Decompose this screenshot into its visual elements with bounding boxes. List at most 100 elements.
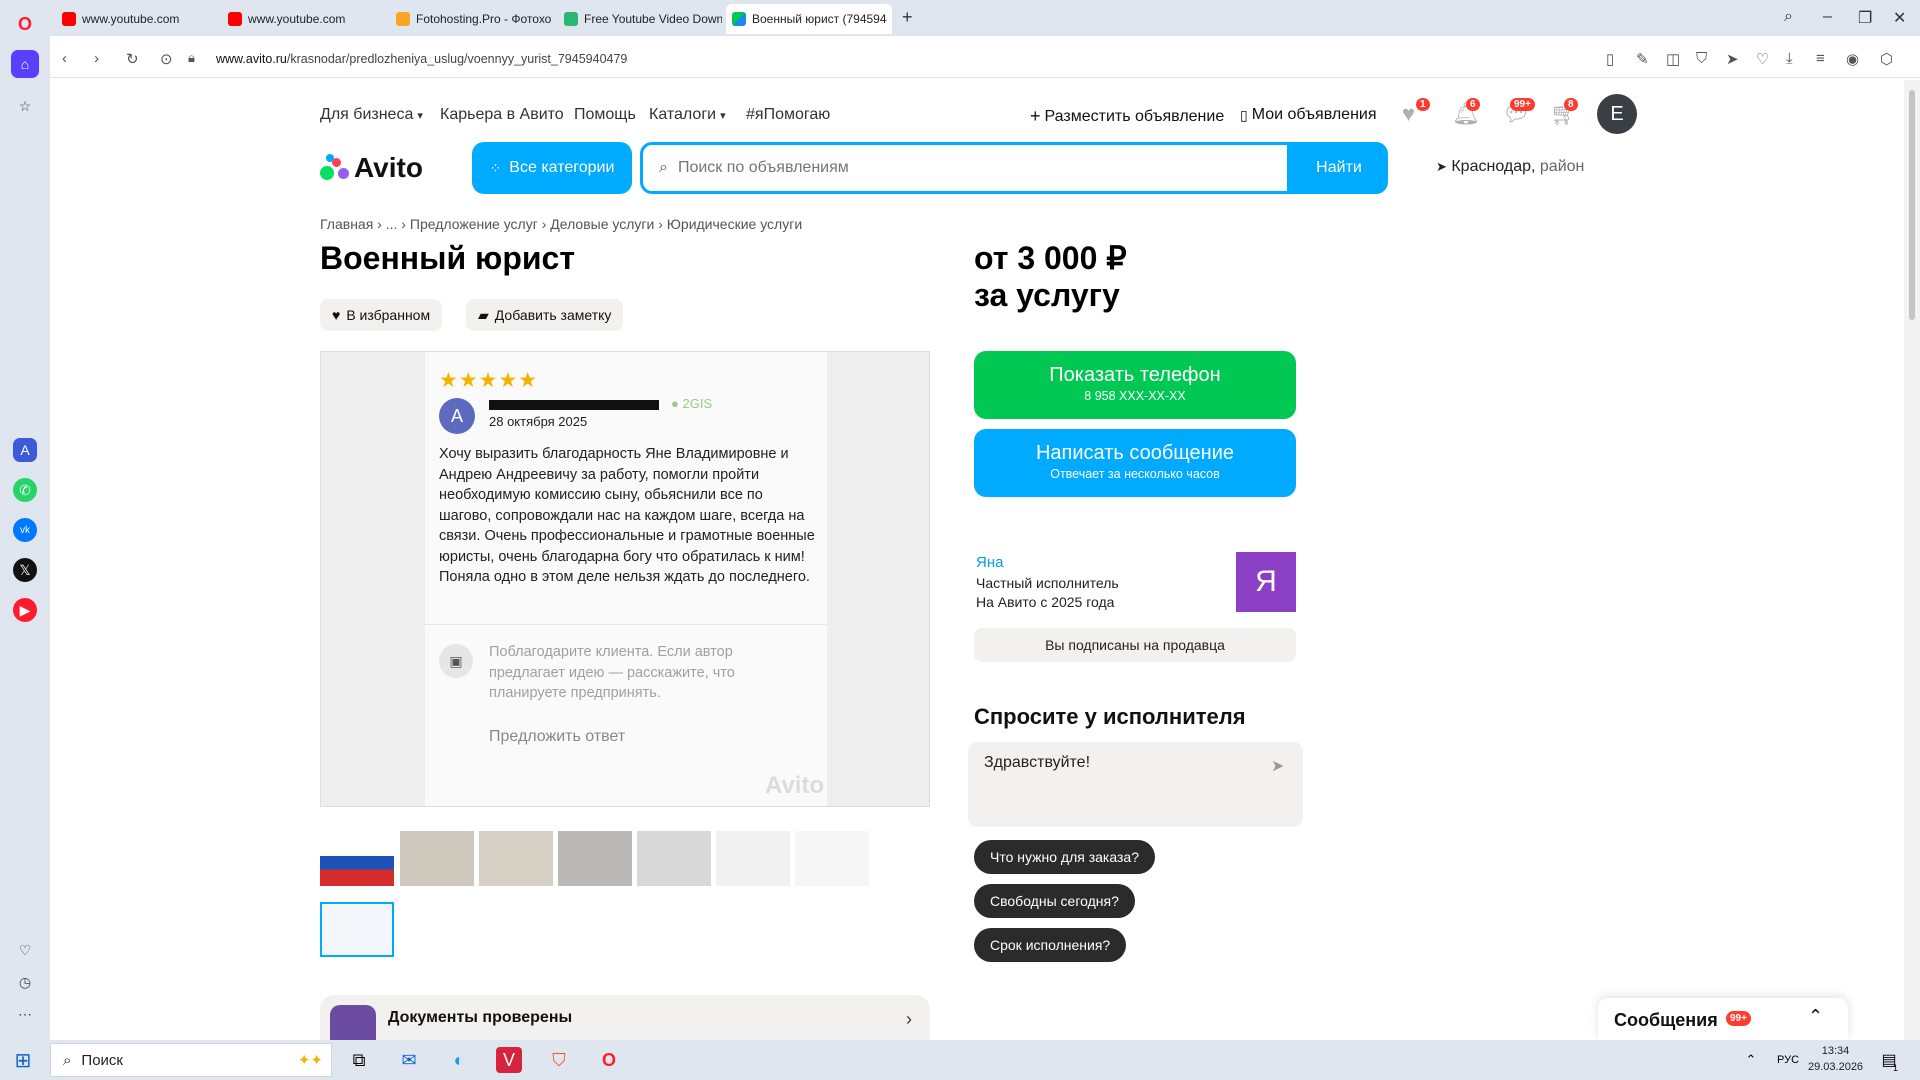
location-pin-icon[interactable]: ⊙ (160, 50, 173, 68)
task-view-icon[interactable]: ⧉ (344, 1045, 374, 1075)
send-icon[interactable]: ➤ (1726, 50, 1739, 68)
browser-tab[interactable]: www.youtube.com (222, 6, 382, 32)
seller-avatar[interactable]: Я (1236, 552, 1296, 612)
price-value: от 3 000 ₽ (974, 240, 1127, 276)
edit-icon[interactable]: ✎ (1636, 50, 1649, 68)
reader-icon[interactable]: ▯ (1606, 50, 1614, 68)
find-button[interactable]: Найти (1290, 142, 1388, 194)
tab-label: www.youtube.com (82, 12, 180, 26)
browser-tab[interactable]: Free Youtube Video Down (558, 6, 722, 32)
brave-icon[interactable]: ⛉ (544, 1045, 574, 1075)
my-ads-link[interactable]: ▯ Мои объявления (1240, 106, 1381, 124)
menu-icon[interactable]: ≡ (1816, 50, 1825, 67)
messages-panel[interactable]: Сообщения 99+ ⌃ (1598, 998, 1848, 1040)
taskbar-search[interactable]: ⌕ Поиск ✦✦ (50, 1043, 332, 1077)
documents-verified-banner[interactable]: Документы проверены › (320, 995, 930, 1051)
browser-tab[interactable]: www.youtube.com (56, 6, 216, 32)
more-icon[interactable]: ⋯ (11, 1000, 39, 1028)
photo-thumbnail-selected[interactable] (320, 902, 394, 957)
nav-for-business[interactable]: Для бизнеса ▾ (320, 106, 427, 124)
history-icon[interactable]: ◷ (11, 968, 39, 996)
browser-tab-active[interactable]: Военный юрист (794594 (726, 4, 892, 34)
photo-thumbnail[interactable] (479, 831, 553, 886)
windows-start-icon[interactable]: ⊞ (8, 1045, 38, 1075)
breadcrumb-item[interactable]: ... (386, 216, 398, 232)
vivaldi-icon[interactable]: V (496, 1047, 522, 1073)
main-photo[interactable]: ★★★★★ А ● 2GIS 28 октября 2025 Хочу выра… (320, 351, 930, 807)
chevron-up-icon[interactable]: ⌃ (1808, 1006, 1823, 1027)
aria-icon[interactable]: A (13, 438, 37, 462)
photo-thumbnail[interactable] (320, 831, 394, 886)
nav-catalogs[interactable]: Каталоги ▾ (649, 106, 730, 124)
player-icon[interactable]: ▶ (13, 598, 37, 622)
camera-icon[interactable]: ◫ (1666, 50, 1680, 68)
breadcrumb-item[interactable]: Деловые услуги (550, 216, 654, 232)
url-field[interactable]: www.avito.ru/krasnodar/predlozheniya_usl… (216, 52, 627, 66)
favorite-button[interactable]: ♥ В избранном (320, 299, 443, 331)
breadcrumb-item[interactable]: Предложение услуг (410, 216, 538, 232)
minimize-icon[interactable]: – (1823, 8, 1832, 26)
photo-thumbnail[interactable] (558, 831, 632, 886)
message-box: Здравствуйте! ➤ (968, 742, 1303, 827)
clock[interactable]: 13:34 29.03.2026 (1808, 1043, 1863, 1075)
close-icon[interactable]: ✕ (1893, 8, 1906, 28)
quick-question-chip[interactable]: Свободны сегодня? (974, 884, 1135, 918)
new-tab-icon[interactable]: + (902, 7, 913, 28)
lock-icon[interactable]: 🔒︎ (188, 50, 195, 66)
heart-icon[interactable]: ♡ (11, 936, 39, 964)
profile-icon[interactable]: ◉ (1846, 50, 1859, 68)
all-categories-label: Все категории (509, 159, 615, 176)
avito-logo[interactable]: Avito (320, 152, 423, 184)
vk-icon[interactable]: vk (13, 518, 37, 542)
edge-icon[interactable]: ◐ (444, 1045, 474, 1075)
subscribed-button[interactable]: Вы подписаны на продавца (974, 628, 1296, 662)
location-sub: район (1539, 158, 1585, 175)
photo-thumbnail[interactable] (637, 831, 711, 886)
breadcrumb-item[interactable]: Главная (320, 216, 373, 232)
quick-question-chip[interactable]: Что нужно для заказа? (974, 840, 1155, 874)
opera-logo-icon[interactable]: O (11, 10, 39, 38)
quick-question-chip[interactable]: Срок исполнения? (974, 928, 1127, 962)
forward-icon[interactable]: › (94, 50, 99, 67)
outlook-icon[interactable]: ✉ (394, 1045, 424, 1075)
download-icon[interactable]: ⤓ (1786, 50, 1793, 67)
location-selector[interactable]: ➤ Краснодар, район (1436, 158, 1584, 176)
maximize-icon[interactable]: ❐ (1858, 8, 1872, 28)
nav-career[interactable]: Карьера в Авито (440, 106, 568, 124)
star-icon[interactable]: ☆ (11, 92, 39, 120)
write-message-button[interactable]: Написать сообщение Отвечает за несколько… (974, 429, 1296, 497)
search-input[interactable] (677, 159, 1238, 177)
extension-icon[interactable]: ⬡ (1880, 50, 1893, 68)
seller-name[interactable]: Яна (976, 554, 1003, 571)
nav-help[interactable]: Помощь (574, 106, 640, 124)
all-categories-button[interactable]: ⁘ Все категории (472, 142, 632, 194)
reload-icon[interactable]: ↻ (126, 50, 139, 68)
opera-taskbar-icon[interactable]: O (594, 1045, 624, 1075)
user-avatar[interactable]: E (1597, 94, 1637, 134)
nav-ya-pomogayu[interactable]: #яПомогаю (746, 106, 834, 124)
shield-icon[interactable]: ⛉ (1696, 50, 1707, 67)
photo-thumbnail[interactable] (716, 831, 790, 886)
home-icon[interactable]: ⌂ (11, 50, 39, 78)
search-tabs-icon[interactable]: ⌕ (1784, 8, 1793, 26)
send-icon[interactable]: ➤ (1271, 756, 1284, 776)
x-icon[interactable]: 𝕏 (13, 558, 37, 582)
add-note-button[interactable]: ▰ Добавить заметку (466, 299, 624, 331)
show-phone-button[interactable]: Показать телефон 8 958 XXX-XX-XX (974, 351, 1296, 419)
breadcrumb-item[interactable]: Юридические услуги (667, 216, 802, 232)
message-input[interactable]: Здравствуйте! (984, 754, 1264, 814)
photo-thumbnail[interactable] (795, 831, 869, 886)
notifications-icon[interactable]: ▤ (1874, 1045, 1904, 1075)
url-host: www.avito.ru (216, 52, 287, 66)
scrollbar-thumb[interactable] (1909, 90, 1915, 320)
language-indicator[interactable]: РУС (1768, 1045, 1808, 1075)
browser-tab[interactable]: Fotohosting.Pro - Фотохо (390, 6, 554, 32)
review-date: 28 октября 2025 (489, 414, 588, 429)
whatsapp-icon[interactable]: ✆ (13, 478, 37, 502)
tray-chevron-icon[interactable]: ⌃ (1736, 1045, 1766, 1075)
favorites-heart-icon[interactable]: ♥ (1402, 101, 1415, 127)
heart-icon[interactable]: ♡ (1756, 50, 1769, 68)
photo-thumbnail[interactable] (400, 831, 474, 886)
post-ad-link[interactable]: + Разместить объявление (1030, 106, 1228, 127)
back-icon[interactable]: ‹ (62, 50, 67, 67)
